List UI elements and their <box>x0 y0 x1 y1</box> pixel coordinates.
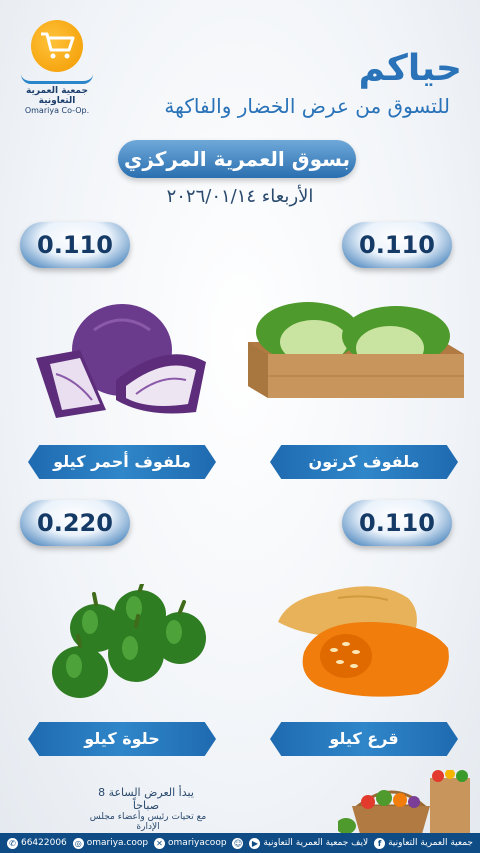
page-subtitle: للتسوق من عرض الخضار والفاكهة <box>164 94 450 118</box>
phone-contact[interactable]: ✆ 66422006 <box>6 837 67 849</box>
instagram-icon: ◎ <box>72 837 84 849</box>
price-badge: 0.110 <box>342 500 452 546</box>
page-title: حياكم <box>358 48 462 89</box>
snapchat-contact[interactable]: ☺ <box>232 837 244 849</box>
live-icon: ▶ <box>249 837 261 849</box>
whatsapp-icon: ✆ <box>6 837 18 849</box>
live-contact[interactable]: ▶ لايف جمعية العمرية التعاونية <box>249 837 369 849</box>
x-handle: omariyacoop <box>168 838 227 848</box>
contact-footer: ✆ 66422006 ◎ omariya.coop ✕ omariyacoop … <box>0 833 480 853</box>
price-badge: 0.110 <box>342 222 452 268</box>
facebook-contact[interactable]: f جمعية العمرية التعاونية <box>374 837 473 849</box>
cabbage-box-icon <box>248 292 464 406</box>
logo-waves <box>21 74 93 84</box>
facebook-label: جمعية العمرية التعاونية <box>388 838 473 848</box>
phone-number: 66422006 <box>20 838 67 848</box>
market-name-banner: بسوق العمرية المركزي <box>118 140 356 178</box>
shopping-cart-icon <box>31 20 83 72</box>
instagram-contact[interactable]: ◎ omariya.coop <box>72 837 149 849</box>
green-peppers-icon <box>50 582 210 708</box>
live-label: لايف جمعية العمرية التعاونية <box>263 838 369 848</box>
red-cabbage-icon <box>36 300 208 424</box>
logo-name-en: Omariya Co-Op. <box>24 106 90 115</box>
price-badge: 0.220 <box>20 500 130 546</box>
butternut-squash-icon <box>268 578 458 706</box>
price-badge: 0.110 <box>20 222 130 268</box>
omariya-logo: جمعية العمرية التعاونية Omariya Co-Op. <box>12 20 102 115</box>
product-name-bar: ملفوف كرتون <box>270 445 458 479</box>
facebook-icon: f <box>374 837 386 849</box>
product-name-bar: ملفوف أحمر كيلو <box>28 445 216 479</box>
management-greeting: مع تحيات رئيس وأعضاء مجلس الإدارة <box>89 812 207 832</box>
product-name-bar: قرع كيلو <box>270 722 458 756</box>
logo-name-ar: جمعية العمرية التعاونية <box>26 86 88 106</box>
product-name-bar: حلوة كيلو <box>28 722 216 756</box>
x-contact[interactable]: ✕ omariyacoop <box>154 837 227 849</box>
instagram-handle: omariya.coop <box>86 838 149 848</box>
x-icon: ✕ <box>154 837 166 849</box>
vegetable-basket-icon <box>336 769 480 838</box>
snapchat-icon: ☺ <box>232 837 244 849</box>
offer-start-time: يبدأ العرض الساعة 8 صباحاً <box>98 786 194 812</box>
offer-date: الأربعاء ٢٠٢٦/٠١/١٤ <box>166 186 314 207</box>
